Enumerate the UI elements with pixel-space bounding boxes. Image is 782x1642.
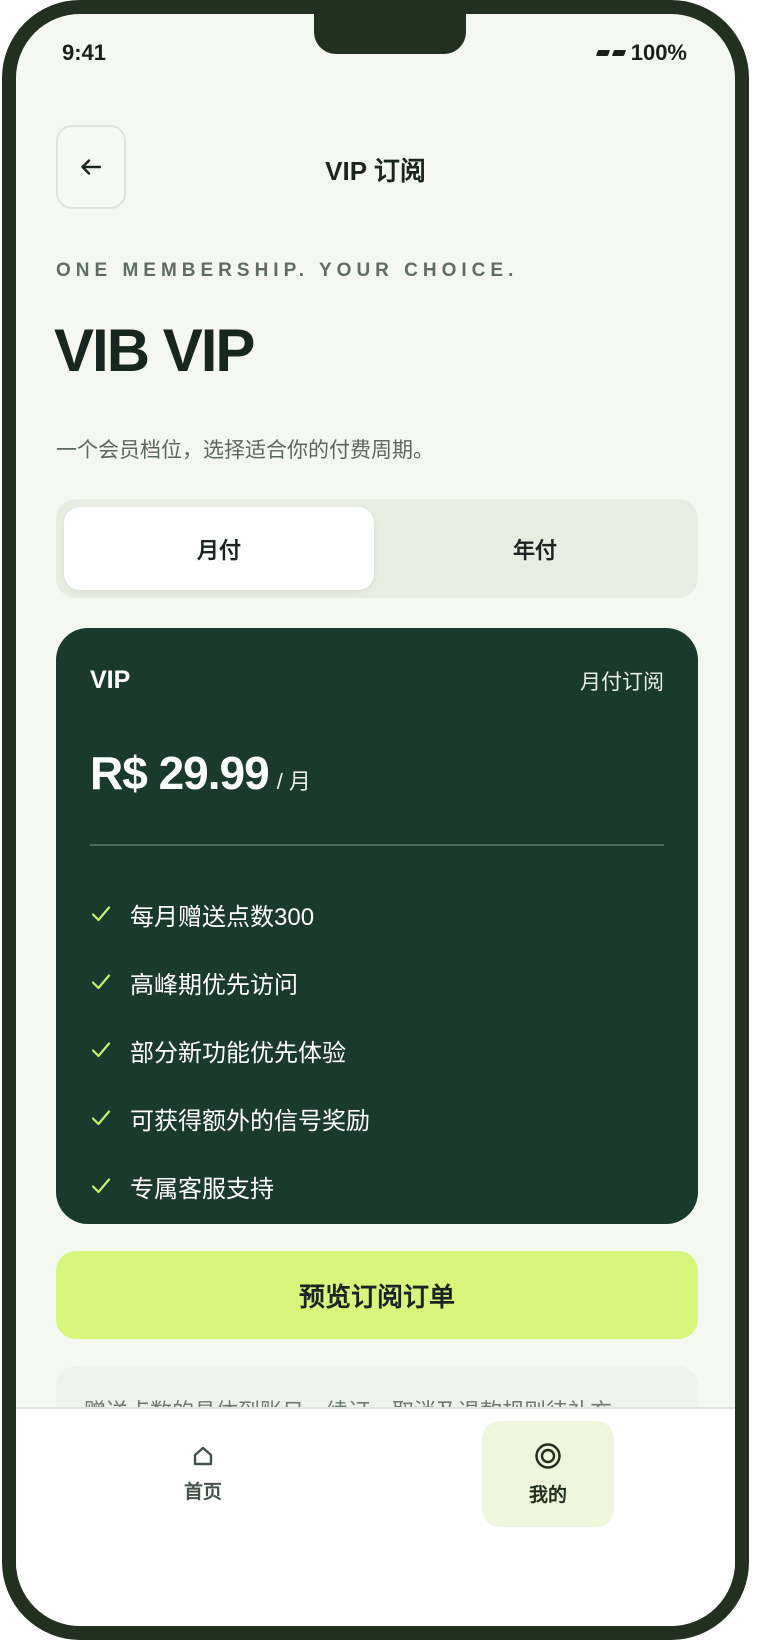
hero-eyebrow: ONE MEMBERSHIP. YOUR CHOICE.	[56, 260, 519, 281]
feature-text: 高峰期优先访问	[130, 971, 298, 999]
feature-item: 专属客服支持	[90, 1152, 370, 1220]
hero-title: VIB VIP	[54, 317, 255, 384]
check-icon	[91, 1042, 111, 1058]
battery-level: 100%	[630, 40, 687, 65]
billing-option-yearly[interactable]: 年付	[380, 507, 690, 590]
status-time: 9:41	[62, 40, 107, 65]
feature-text: 部分新功能优先体验	[130, 1039, 346, 1067]
feature-item: 高峰期优先访问	[90, 948, 370, 1016]
price-unit: / 月	[276, 769, 311, 794]
price-row: R$ 29.99 / 月	[90, 746, 311, 800]
device-screen: 9:41 100% VIP 订阅 ONE MEMBERSHIP. YOUR CH…	[0, 0, 782, 1642]
tab-home[interactable]: 首页	[137, 1421, 269, 1527]
preview-order-button[interactable]: 预览订阅订单	[56, 1251, 698, 1339]
check-icon	[91, 1178, 111, 1194]
hero-subtitle: 一个会员档位，选择适合你的付费周期。	[56, 439, 434, 462]
feature-text: 每月赠送点数300	[130, 903, 315, 931]
home-icon	[193, 1446, 213, 1465]
check-icon	[91, 974, 111, 990]
feature-text: 可获得额外的信号奖励	[130, 1107, 370, 1135]
plan-name: VIP	[90, 666, 131, 694]
check-icon	[91, 1110, 111, 1126]
status-indicators: 100%	[595, 40, 687, 66]
plan-card: VIP 月付订阅 R$ 29.99 / 月 每月赠送点数300 高峰期优先访问 …	[56, 628, 698, 1224]
check-icon	[91, 906, 111, 922]
plan-period-label: 月付订阅	[580, 671, 664, 694]
bottom-tab-bar: 首页 我的	[16, 1407, 735, 1626]
feature-list: 每月赠送点数300 高峰期优先访问 部分新功能优先体验 可获得额外的信号奖励 专…	[90, 880, 370, 1220]
tab-label: 我的	[528, 1484, 567, 1506]
plan-price: R$ 29.99	[90, 747, 270, 799]
feature-item: 可获得额外的信号奖励	[90, 1084, 370, 1152]
feature-item: 每月赠送点数300	[90, 880, 370, 948]
feature-item: 部分新功能优先体验	[90, 1016, 370, 1084]
profile-ring-icon	[535, 1442, 561, 1469]
phone-frame: 9:41 100% VIP 订阅 ONE MEMBERSHIP. YOUR CH…	[2, 0, 749, 1640]
signal-icon	[595, 50, 626, 56]
card-divider	[90, 844, 664, 846]
feature-text: 专属客服支持	[130, 1175, 274, 1203]
billing-cycle-toggle: 月付 年付	[56, 499, 698, 598]
tab-label: 首页	[183, 1481, 222, 1503]
billing-option-monthly[interactable]: 月付	[64, 507, 374, 590]
notch	[314, 14, 466, 54]
page-title: VIP 订阅	[325, 156, 426, 186]
tab-profile[interactable]: 我的	[482, 1421, 614, 1527]
